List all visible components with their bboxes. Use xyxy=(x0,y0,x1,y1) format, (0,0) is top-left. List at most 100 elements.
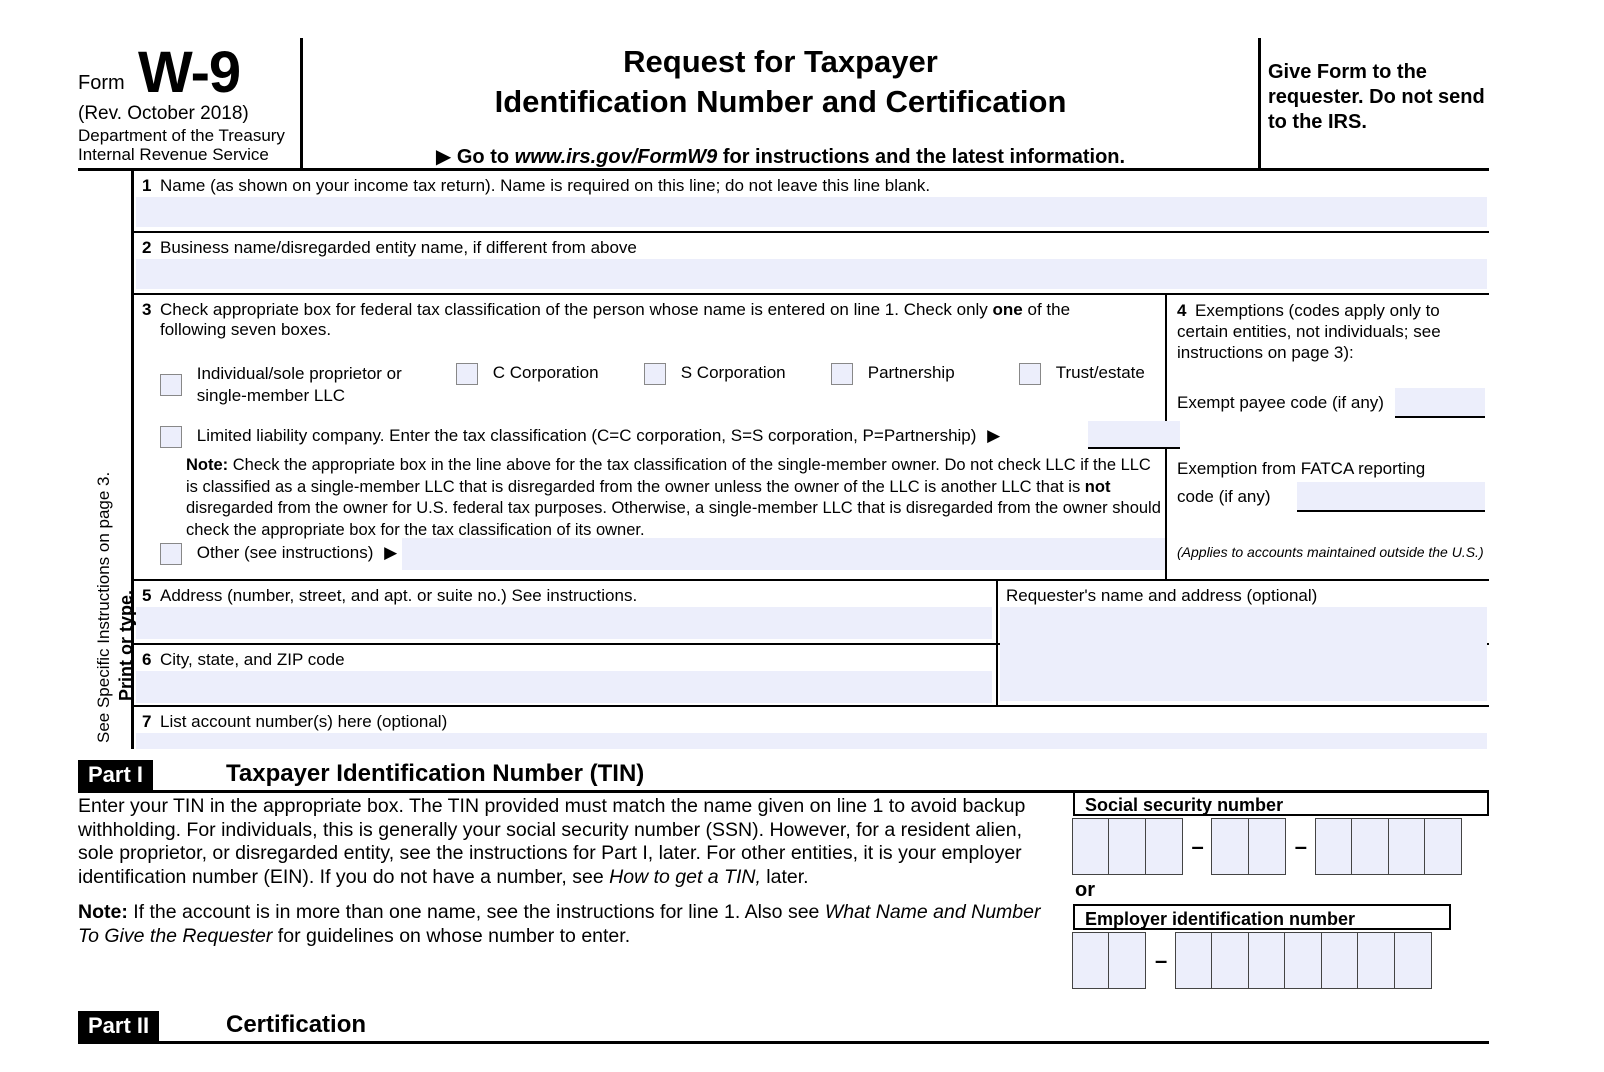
line-3-number: 3 xyxy=(142,300,152,319)
fatca-label-line-1: Exemption from FATCA reporting xyxy=(1177,459,1426,478)
other-classification-input[interactable] xyxy=(402,538,1165,570)
ein-digit-cell[interactable] xyxy=(1247,932,1286,989)
p1-how-to-get-tin: How to get a TIN, xyxy=(609,865,761,888)
line-6-city-state-zip-input[interactable] xyxy=(136,671,992,703)
irs-website-instruction: ▶ Go to www.irs.gov/FormW9 for instructi… xyxy=(308,122,1253,169)
part-1-title: Taxpayer Identification Number (TIN) xyxy=(226,760,645,787)
p1-note-b: for guidelines on whose number to enter. xyxy=(272,924,631,947)
checkbox-individual-icon[interactable] xyxy=(160,374,182,396)
issuing-agency: Department of the Treasury Internal Reve… xyxy=(78,126,285,164)
llc-arrow-icon: ▶ xyxy=(987,426,1001,446)
part-2-tag: Part II xyxy=(78,1011,160,1041)
other-arrow-icon: ▶ xyxy=(384,543,398,563)
line-3-note-bold: Note: xyxy=(186,456,229,474)
line-6-label: 6 City, state, and ZIP code xyxy=(142,650,345,670)
department-line-1: Department of the Treasury xyxy=(78,126,285,145)
line-3-note-text-2: disregarded from the owner for U.S. fede… xyxy=(186,499,1161,539)
line-3-note: Note: Check the appropriate box in the l… xyxy=(186,455,1161,541)
ein-digit-cell[interactable] xyxy=(1108,932,1146,989)
checkbox-c-corporation-icon[interactable] xyxy=(456,363,478,385)
checkbox-individual-label-2: single-member LLC xyxy=(196,386,346,405)
form-body-box: Print or type. See Specific Instructions… xyxy=(78,168,1489,749)
form-identity-block: Form W-9 (Rev. October 2018) Department … xyxy=(78,30,300,170)
line-3-block: 3 Check appropriate box for federal tax c… xyxy=(134,295,1180,581)
ssn-digit-cell[interactable] xyxy=(1071,818,1110,875)
p1-note-bold: Note: xyxy=(78,901,128,923)
line-2-business-name-input[interactable] xyxy=(136,259,1487,289)
requester-name-address-cell: Requester's name and address (optional) xyxy=(996,581,1489,705)
header-divider-left xyxy=(300,38,303,170)
line-4-exemptions-block: 4 Exemptions (codes apply only to certain… xyxy=(1167,295,1489,581)
irs-formw9-url[interactable]: www.irs.gov/FormW9 xyxy=(515,146,718,168)
checkbox-llc-icon[interactable] xyxy=(160,426,182,448)
ssn-group xyxy=(1211,818,1286,875)
header-divider-right xyxy=(1258,38,1261,170)
p1-text-a: Enter your TIN in the appropriate box. T… xyxy=(78,795,1026,888)
checkbox-other-icon[interactable] xyxy=(160,543,182,565)
part-2-title: Certification xyxy=(226,1011,367,1038)
line-6-city-cell: 6 City, state, and ZIP code xyxy=(134,645,996,707)
line-5-number: 5 xyxy=(142,586,152,605)
part-2-header: Part II Certification xyxy=(78,1011,1489,1044)
ein-input-grid[interactable]: – xyxy=(1071,932,1489,989)
ssn-digit-cell[interactable] xyxy=(1387,818,1426,875)
line-2-label-text: Business name/disregarded entity name, i… xyxy=(160,238,637,257)
line-5-label: 5 Address (number, street, and apt. or su… xyxy=(142,586,637,606)
part-1-paragraph-1: Enter your TIN in the appropriate box. T… xyxy=(78,795,1043,889)
ssn-input-grid[interactable]: – – xyxy=(1071,818,1489,875)
line-5-address-input[interactable] xyxy=(136,607,992,639)
ein-digit-cell[interactable] xyxy=(1071,932,1110,989)
sidebar-instructions: Print or type. See Specific Instructions… xyxy=(78,171,136,749)
fatca-code-input[interactable] xyxy=(1297,482,1485,512)
goto-prefix: Go to xyxy=(456,146,515,168)
line-1-number: 1 xyxy=(142,176,152,195)
line-2-label: 2 Business name/disregarded entity name, … xyxy=(142,238,637,258)
checkbox-trust-estate[interactable]: Trust/estate xyxy=(1019,363,1145,385)
line-7-number: 7 xyxy=(142,712,152,731)
ein-digit-cell[interactable] xyxy=(1211,932,1250,989)
checkbox-c-corporation[interactable]: C Corporation xyxy=(456,363,599,385)
ein-digit-cell[interactable] xyxy=(1284,932,1323,989)
checkbox-other[interactable]: Other (see instructions) ▶ xyxy=(160,543,397,565)
ein-digit-cell[interactable] xyxy=(1174,932,1213,989)
ssn-digit-cell[interactable] xyxy=(1247,818,1286,875)
requester-label: Requester's name and address (optional) xyxy=(1006,586,1318,605)
tin-entry-area: Social security number – – or Employer id… xyxy=(1071,790,1489,989)
ssn-digit-cell[interactable] xyxy=(1108,818,1146,875)
sidebar-see-instructions: See Specific Instructions on page 3. xyxy=(94,471,113,743)
checkbox-partnership[interactable]: Partnership xyxy=(831,363,955,385)
checkbox-trust-estate-icon[interactable] xyxy=(1019,363,1041,385)
line-1-name-input[interactable] xyxy=(136,197,1487,227)
p1-text-b: later. xyxy=(760,865,809,888)
checkbox-partnership-icon[interactable] xyxy=(831,363,853,385)
line-3-note-text-1: Check the appropriate box in the line ab… xyxy=(186,456,1151,496)
ssn-digit-cell[interactable] xyxy=(1351,818,1389,875)
line-3-label: 3 Check appropriate box for federal tax c… xyxy=(142,300,1152,340)
line-7-account-numbers-input[interactable] xyxy=(136,733,1487,749)
checkbox-s-corporation[interactable]: S Corporation xyxy=(644,363,786,385)
checkbox-s-corporation-icon[interactable] xyxy=(644,363,666,385)
or-separator-label: or xyxy=(1075,879,1095,901)
exempt-payee-code-input[interactable] xyxy=(1395,388,1485,418)
goto-arrow-icon: ▶ xyxy=(435,146,452,168)
ein-separator-dash: – xyxy=(1155,947,1168,973)
w9-form-page: Form W-9 (Rev. October 2018) Department … xyxy=(0,0,1604,1072)
ssn-digit-cell[interactable] xyxy=(1144,818,1183,875)
checkbox-individual[interactable]: Individual/sole proprietor or single-mem… xyxy=(160,363,402,407)
ein-digit-cell[interactable] xyxy=(1357,932,1396,989)
ein-digit-cell[interactable] xyxy=(1393,932,1432,989)
ssn-digit-cell[interactable] xyxy=(1211,818,1250,875)
checkbox-c-corporation-label: C Corporation xyxy=(492,363,599,383)
part-1-note: Note: If the account is in more than one… xyxy=(78,901,1043,948)
ssn-digit-cell[interactable] xyxy=(1424,818,1462,875)
line-4-label-3: instructions on page 3): xyxy=(1177,343,1354,362)
p1-note-a: If the account is in more than one name,… xyxy=(127,901,825,923)
ein-digit-cell[interactable] xyxy=(1320,932,1359,989)
ssn-digit-cell[interactable] xyxy=(1314,818,1353,875)
requester-name-address-input[interactable] xyxy=(1000,607,1487,701)
part-1-header: Part I Taxpayer Identification Number (T… xyxy=(78,760,1489,793)
line-3-label-bold: one xyxy=(992,300,1023,319)
ein-group xyxy=(1174,932,1432,989)
ein-label: Employer identification number xyxy=(1073,904,1451,930)
checkbox-llc[interactable]: Limited liability company. Enter the tax… xyxy=(160,426,1000,448)
